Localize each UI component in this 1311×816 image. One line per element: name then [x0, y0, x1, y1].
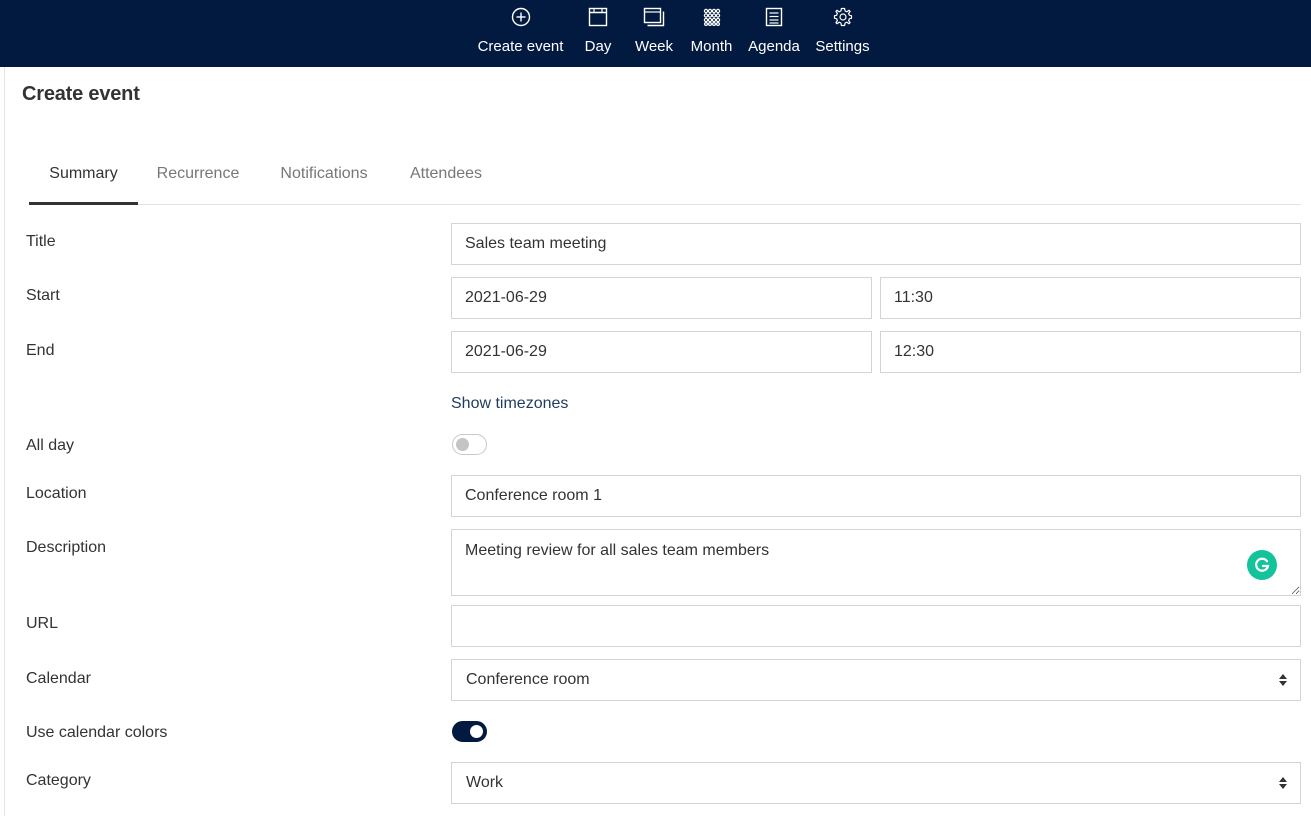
nav-settings-label: Settings [815, 38, 870, 55]
nav-agenda[interactable]: Agenda [748, 0, 800, 67]
all-day-toggle[interactable] [452, 434, 487, 455]
show-timezones-link[interactable]: Show timezones [451, 395, 568, 413]
page-title: Create event [22, 83, 140, 105]
location-input[interactable] [451, 475, 1301, 517]
nav-settings[interactable]: Settings [814, 0, 871, 67]
tab-attendees[interactable]: Attendees [408, 150, 484, 204]
description-label: Description [26, 539, 107, 556]
nav-agenda-label: Agenda [748, 38, 800, 55]
use-calendar-colors-label: Use calendar colors [26, 724, 168, 741]
grammarly-icon[interactable] [1247, 550, 1277, 580]
start-date-input[interactable] [451, 277, 872, 319]
calendar-label: Calendar [26, 670, 91, 687]
calendar-select-value: Conference room [466, 671, 590, 688]
top-navigation-bar: Create event Day Week Month Agenda Setti… [0, 0, 1311, 67]
title-input[interactable] [451, 223, 1301, 265]
category-select[interactable]: Work [451, 762, 1301, 804]
nav-create-event[interactable]: Create event [478, 0, 563, 67]
nav-day[interactable]: Day [580, 0, 616, 67]
category-label: Category [26, 772, 91, 789]
nav-create-event-label: Create event [477, 38, 564, 55]
nav-month-label: Month [690, 38, 733, 55]
url-input[interactable] [451, 605, 1301, 647]
agenda-list-icon [763, 6, 785, 28]
left-divider [4, 67, 5, 816]
all-day-label: All day [26, 437, 75, 454]
tab-summary[interactable]: Summary [29, 150, 138, 205]
week-view-icon [643, 6, 665, 28]
end-label: End [26, 342, 55, 359]
start-label: Start [26, 287, 60, 304]
nav-day-label: Day [584, 38, 612, 55]
toggle-knob [470, 725, 483, 738]
title-label: Title [26, 233, 56, 250]
nav-month[interactable]: Month [689, 0, 734, 67]
end-time-input[interactable] [880, 331, 1301, 373]
tab-notifications[interactable]: Notifications [277, 150, 371, 204]
end-date-input[interactable] [451, 331, 872, 373]
calendar-select[interactable]: Conference room [451, 659, 1301, 701]
tab-recurrence[interactable]: Recurrence [156, 150, 240, 204]
use-calendar-colors-toggle[interactable] [452, 721, 487, 742]
month-grid-icon [701, 6, 723, 28]
category-select-value: Work [466, 774, 504, 791]
select-arrows-icon [1279, 674, 1287, 686]
gear-icon [832, 6, 854, 28]
select-arrows-icon [1279, 777, 1287, 789]
plus-circle-icon [510, 6, 532, 28]
event-tabs: Summary Recurrence Notifications Attende… [29, 150, 1301, 205]
toggle-knob [456, 438, 469, 451]
url-label: URL [26, 615, 59, 632]
day-view-icon [587, 6, 609, 28]
location-label: Location [26, 485, 87, 502]
nav-week[interactable]: Week [633, 0, 675, 67]
start-time-input[interactable] [880, 277, 1301, 319]
nav-week-label: Week [634, 38, 674, 55]
description-textarea[interactable]: Meeting review for all sales team member… [451, 529, 1301, 596]
